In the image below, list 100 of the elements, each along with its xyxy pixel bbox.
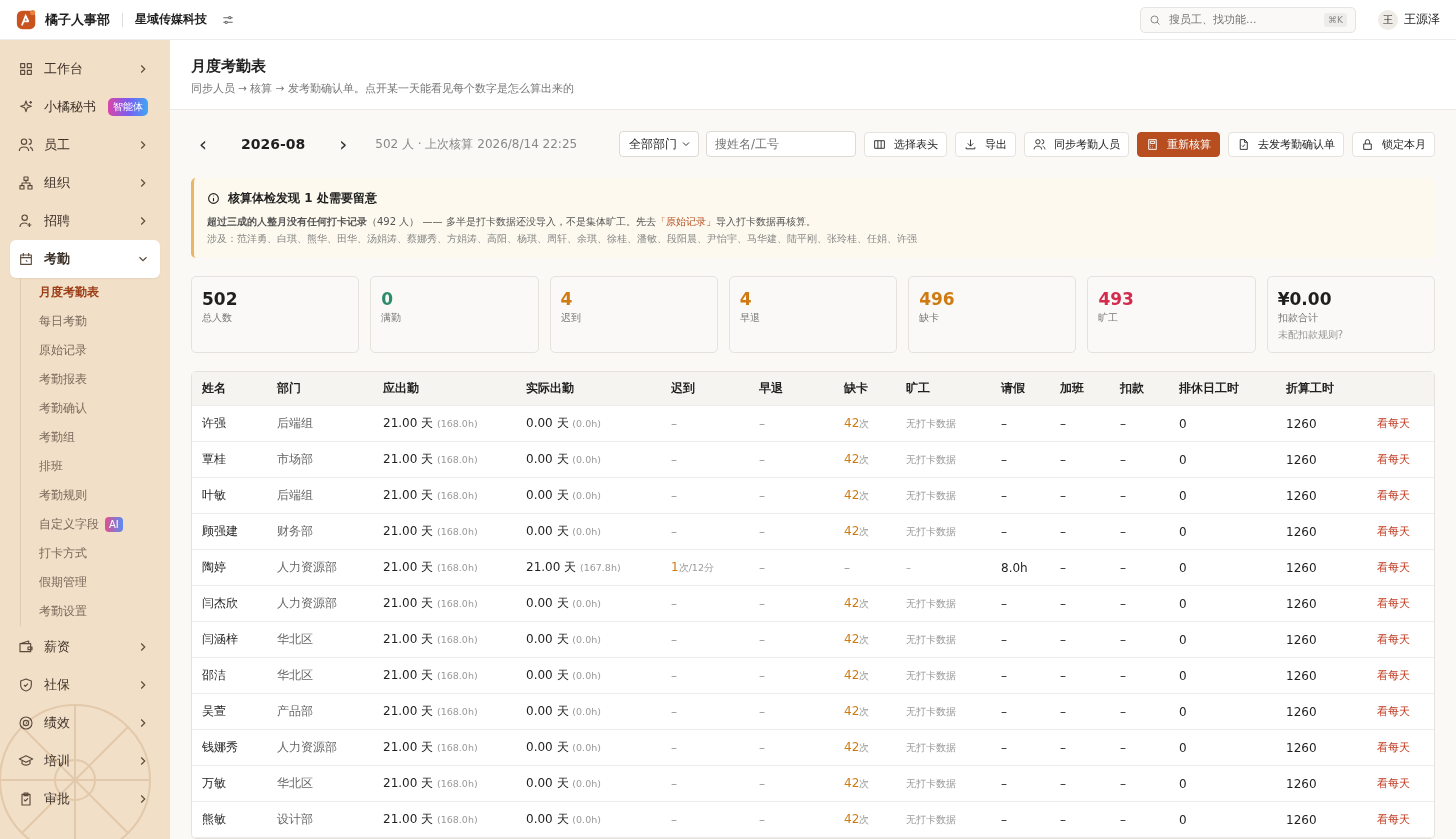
sidebar-item[interactable]: 员工 — [10, 126, 160, 164]
ai-badge: AI — [105, 517, 123, 532]
submenu-item[interactable]: 月度考勤表 — [39, 278, 160, 307]
submenu-item[interactable]: 自定义字段 AI — [39, 510, 160, 539]
table-cell-text: – — [759, 668, 766, 683]
stat-value: 0 — [381, 289, 395, 309]
view-daily-link[interactable]: 看每天 — [1377, 488, 1434, 503]
table-cell-text: – — [1060, 596, 1067, 611]
table-cell-text: – — [1060, 488, 1067, 503]
table-cell-text: 产品部 — [277, 703, 314, 720]
submenu-item[interactable]: 每日考勤 — [39, 307, 160, 336]
primary-button[interactable]: 重新核算 — [1137, 131, 1220, 157]
table-cell-text: 42次 — [844, 668, 871, 683]
toolbar-button[interactable]: 同步考勤人员 — [1024, 131, 1129, 157]
table-cell-text: – — [671, 812, 678, 827]
table-cell-text: 0 — [1179, 452, 1188, 467]
table-cell-text: 42次 — [844, 740, 871, 755]
toolbar-button[interactable]: 导出 — [955, 131, 1016, 157]
submenu-item[interactable]: 考勤设置 — [39, 597, 160, 626]
department-dropdown[interactable]: 全部部门 — [619, 131, 699, 157]
table-cell-text: – — [759, 632, 766, 647]
submenu-item[interactable]: 考勤组 — [39, 423, 160, 452]
submenu-item[interactable]: 考勤规则 — [39, 481, 160, 510]
search-field[interactable]: 搜员工、找功能... ⌘K — [1140, 6, 1356, 33]
stat-value: 502 — [202, 289, 239, 309]
table-cell-text: 21.00 天 (168.0h) — [383, 775, 479, 792]
next-month-button[interactable]: › — [331, 132, 356, 156]
logo-icon — [16, 9, 37, 30]
table-cell-text: 42次 — [844, 452, 871, 467]
name-search-field[interactable]: 搜姓名/工号 — [706, 131, 856, 157]
toolbar-button[interactable]: 去发考勤确认单 — [1228, 131, 1344, 157]
view-daily-link[interactable]: 看每天 — [1377, 596, 1434, 611]
sidebar-item[interactable]: 招聘 — [10, 202, 160, 240]
table-cell-text: – — [1120, 596, 1127, 611]
view-daily-link[interactable]: 看每天 — [1377, 416, 1434, 431]
submenu-item[interactable]: 排班 — [39, 452, 160, 481]
toolbar-button[interactable]: 选择表头 — [864, 131, 947, 157]
view-daily-link[interactable]: 看每天 — [1377, 452, 1434, 467]
column-header: 早退 — [759, 380, 784, 397]
view-daily-link[interactable]: 看每天 — [1377, 740, 1434, 755]
column-header: 缺卡 — [844, 380, 869, 397]
table-cell-text: 42次 — [844, 596, 871, 611]
table-cell-text: 0 — [1179, 776, 1188, 791]
columns-icon — [873, 137, 886, 151]
view-daily-link[interactable]: 看每天 — [1377, 704, 1434, 719]
table-cell-text: 21.00 天 (168.0h) — [383, 739, 479, 756]
table-cell-text: 0.00 天 (0.0h) — [526, 451, 602, 468]
sidebar-item[interactable]: 工作台 — [10, 50, 160, 88]
table-cell-text: – — [1120, 488, 1127, 503]
table-cell-text: – — [759, 488, 766, 503]
sidebar-item[interactable]: 审批 — [10, 780, 160, 818]
submenu-item[interactable]: 考勤报表 — [39, 365, 160, 394]
column-header: 实际出勤 — [526, 380, 575, 397]
table-cell-text: – — [1001, 812, 1008, 827]
sidebar-item[interactable]: 薪资 — [10, 628, 160, 666]
table-cell-text: – — [1001, 488, 1008, 503]
table-cell-text: – — [759, 524, 766, 539]
sidebar-item[interactable]: 考勤 — [10, 240, 160, 278]
sidebar-item[interactable]: 社保 — [10, 666, 160, 704]
menu-item-icon — [18, 61, 34, 77]
raw-records-link[interactable]: 「原始记录」 — [655, 216, 716, 227]
view-daily-link[interactable]: 看每天 — [1377, 524, 1434, 539]
column-header: 请假 — [1001, 380, 1026, 397]
user-avatar[interactable]: 王 — [1378, 9, 1398, 30]
view-daily-link[interactable]: 看每天 — [1377, 632, 1434, 647]
view-daily-link[interactable]: 看每天 — [1377, 560, 1434, 575]
table-cell-text: – — [1120, 452, 1127, 467]
submenu-item[interactable]: 打卡方式 — [39, 539, 160, 568]
table-cell-text: 0 — [1179, 668, 1188, 683]
submenu-item[interactable]: 假期管理 — [39, 568, 160, 597]
table-cell-text: 0 — [1179, 632, 1188, 647]
table-cell-text: 许强 — [202, 415, 227, 432]
sidebar-item[interactable]: 小橘秘书 智能体 — [10, 88, 160, 126]
toolbar-button[interactable]: 锁定本月 — [1352, 131, 1435, 157]
table-cell-text: 21.00 天 (168.0h) — [383, 595, 479, 612]
table-cell-text: 顾强建 — [202, 523, 239, 540]
view-daily-link[interactable]: 看每天 — [1377, 812, 1434, 827]
view-daily-link[interactable]: 看每天 — [1377, 668, 1434, 683]
search-input[interactable]: 搜员工、找功能... — [1167, 12, 1325, 27]
table-cell-text: 闫杰欣 — [202, 595, 239, 612]
column-header: 应出勤 — [383, 380, 420, 397]
submenu-item[interactable]: 考勤确认 — [39, 394, 160, 423]
submenu-item[interactable]: 原始记录 — [39, 336, 160, 365]
table-cell-text: 0.00 天 (0.0h) — [526, 667, 602, 684]
table-cell-text: – — [1060, 416, 1067, 431]
table-cell-text: 21.00 天 (168.0h) — [383, 811, 479, 828]
stat-hint: 未配扣款规则? — [1277, 328, 1344, 342]
sidebar-item[interactable]: 绩效 — [10, 704, 160, 742]
sidebar-item[interactable]: 培训 — [10, 742, 160, 780]
table-cell-text: 0 — [1179, 416, 1188, 431]
column-header: 排休日工时 — [1179, 380, 1240, 397]
table-cell-text: 21.00 天 (167.8h) — [526, 559, 622, 576]
company-name[interactable]: 星域传媒科技 — [135, 11, 207, 28]
user-name[interactable]: 王源泽 — [1404, 11, 1440, 28]
sidebar-item[interactable]: 组织 — [10, 164, 160, 202]
previous-month-button[interactable]: ‹ — [191, 132, 215, 156]
table-cell-text: 21.00 天 (168.0h) — [383, 559, 479, 576]
view-daily-link[interactable]: 看每天 — [1377, 776, 1434, 791]
table-cell-text: 42次 — [844, 524, 871, 539]
table-cell-text: 0.00 天 (0.0h) — [526, 703, 602, 720]
